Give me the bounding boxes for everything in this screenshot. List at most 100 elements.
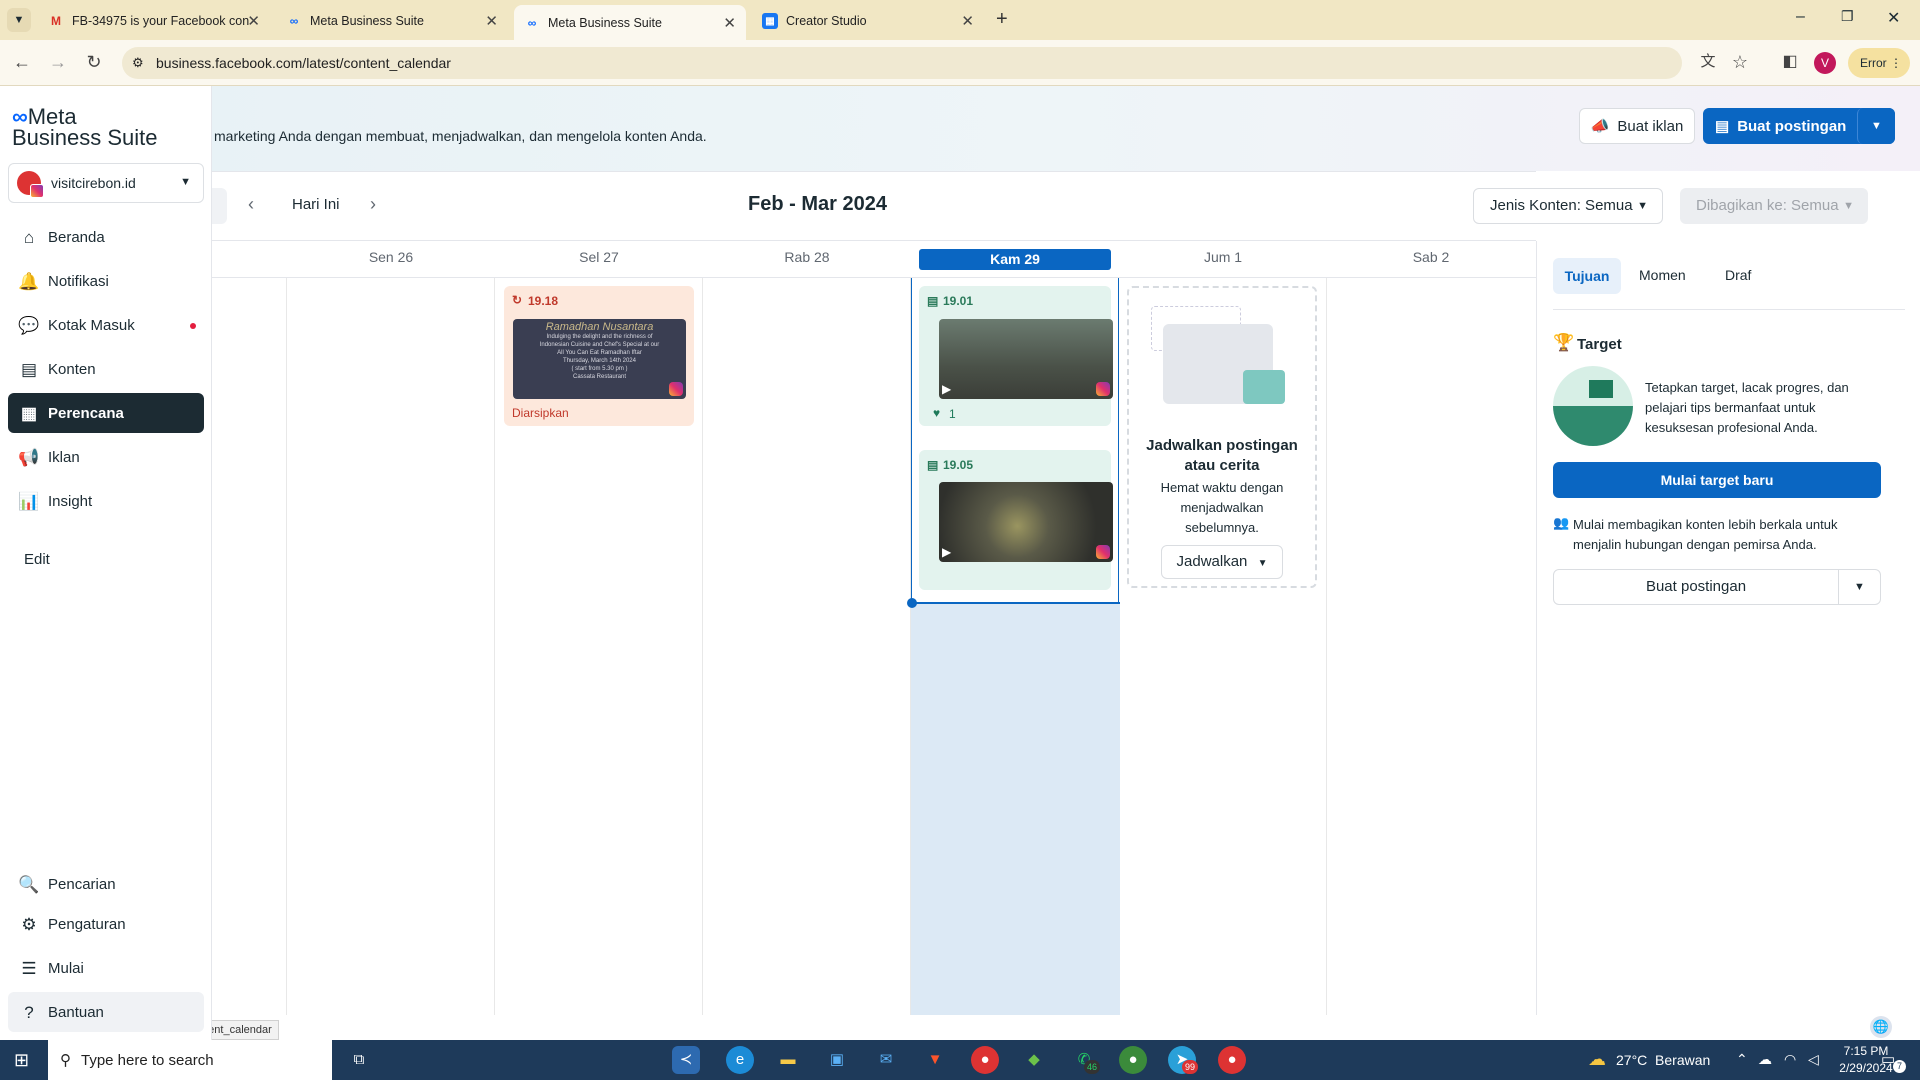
close-icon[interactable]: ✕ bbox=[961, 12, 974, 30]
caret-down-icon: ▼ bbox=[1257, 558, 1268, 569]
tab-momen[interactable]: Momen bbox=[1639, 267, 1686, 283]
restore-button[interactable]: ❐ bbox=[1841, 8, 1854, 25]
tab-tujuan[interactable]: Tujuan bbox=[1553, 258, 1621, 294]
edit-link[interactable]: Edit bbox=[24, 551, 50, 568]
content-icon: ▤ bbox=[20, 360, 38, 379]
post-thumbnail[interactable]: Ramadhan Nusantara Indulging the delight… bbox=[513, 319, 686, 399]
side-panel-icon[interactable]: ◧ bbox=[1778, 50, 1802, 74]
profile-avatar[interactable]: V bbox=[1814, 52, 1836, 74]
error-button[interactable]: Error ⋮ bbox=[1848, 48, 1910, 78]
task-view-icon[interactable]: ⧉ bbox=[345, 1046, 373, 1074]
weather-text[interactable]: 27°C Berawan bbox=[1616, 1052, 1710, 1068]
post-thumbnail[interactable]: ▶ bbox=[939, 319, 1113, 399]
volume-icon[interactable]: ◁ bbox=[1808, 1051, 1819, 1068]
post-time: 19.18 bbox=[528, 294, 559, 308]
right-panel: Tujuan Momen Draf 🏆 Target Tetapkan targ… bbox=[1536, 241, 1920, 1015]
edge-icon[interactable]: e bbox=[726, 1046, 754, 1074]
chart-icon: 📊 bbox=[18, 492, 40, 511]
megaphone-icon: 📣 bbox=[1590, 118, 1610, 135]
new-tab-button[interactable]: + bbox=[996, 8, 1008, 31]
sidebar-item-konten[interactable]: ▤ Konten bbox=[8, 349, 204, 389]
tab-creator-studio[interactable]: ▦ Creator Studio ✕ bbox=[752, 6, 984, 36]
search-icon: 🔍 bbox=[18, 875, 40, 894]
minimize-button[interactable]: – bbox=[1796, 8, 1805, 26]
start-target-button[interactable]: Mulai target baru bbox=[1553, 462, 1881, 498]
schedule-card[interactable]: Jadwalkan postingan atau cerita Hemat wa… bbox=[1127, 286, 1317, 588]
whatsapp-icon[interactable]: ✆ 46 bbox=[1070, 1046, 1101, 1074]
view-selector[interactable] bbox=[212, 188, 227, 224]
share-tip: Mulai membagikan konten lebih berkala un… bbox=[1573, 517, 1838, 552]
sidebar-item-kotak-masuk[interactable]: 💬 Kotak Masuk bbox=[8, 305, 204, 345]
post-card[interactable]: ▤ 19.01 ▶ ♥ 1 bbox=[919, 286, 1113, 426]
prev-icon[interactable]: ‹ bbox=[248, 194, 254, 215]
current-time-dot bbox=[907, 598, 917, 608]
tray-chevron-icon[interactable]: ⌃ bbox=[1736, 1051, 1748, 1068]
likes-count: 1 bbox=[949, 407, 956, 421]
next-icon[interactable]: › bbox=[370, 194, 376, 215]
tab-meta-2[interactable]: ∞ Meta Business Suite ✕ bbox=[514, 5, 746, 40]
bookmark-star-icon[interactable]: ☆ bbox=[1728, 50, 1752, 74]
translate-icon[interactable]: 文 bbox=[1696, 50, 1720, 74]
account-switcher[interactable]: visitcirebon.id ▼ bbox=[8, 163, 204, 203]
day-column bbox=[1327, 278, 1535, 1015]
sidebar-item-pengaturan[interactable]: ⚙ Pengaturan bbox=[8, 904, 204, 944]
sidebar-item-bantuan[interactable]: ? Bantuan bbox=[8, 992, 204, 1032]
instagram-icon bbox=[669, 382, 683, 396]
close-icon[interactable]: ✕ bbox=[247, 12, 260, 30]
store-icon[interactable]: ▣ bbox=[823, 1046, 851, 1074]
create-ad-button[interactable]: 📣 Buat iklan bbox=[1579, 108, 1695, 144]
telegram-icon[interactable]: ➤ 99 bbox=[1168, 1046, 1199, 1074]
create-post-dropdown[interactable]: ▼ bbox=[1857, 108, 1895, 144]
forward-icon[interactable]: → bbox=[46, 50, 70, 74]
window-close-button[interactable]: ✕ bbox=[1887, 8, 1900, 28]
sidebar-item-notifikasi[interactable]: 🔔 Notifikasi bbox=[8, 261, 204, 301]
sidebar-item-pencarian[interactable]: 🔍 Pencarian bbox=[8, 864, 204, 904]
tab-gmail[interactable]: M FB-34975 is your Facebook con ✕ bbox=[38, 6, 270, 36]
panel-divider bbox=[1553, 309, 1905, 310]
chrome-active-icon[interactable]: ● bbox=[1218, 1046, 1246, 1074]
tab-meta-1[interactable]: ∞ Meta Business Suite ✕ bbox=[276, 6, 508, 36]
sidebar-item-iklan[interactable]: 📢 Iklan bbox=[8, 437, 204, 477]
tab-draf[interactable]: Draf bbox=[1725, 267, 1751, 283]
site-info-icon[interactable]: ⚙ bbox=[132, 47, 144, 79]
sidebar-item-beranda[interactable]: ⌂ Beranda bbox=[8, 217, 204, 257]
schedule-button[interactable]: Jadwalkan ▼ bbox=[1161, 545, 1283, 579]
tab-search-button[interactable]: ▼ bbox=[7, 8, 31, 32]
windows-start-icon[interactable]: ⊞ bbox=[14, 1050, 34, 1070]
close-icon[interactable]: ✕ bbox=[723, 14, 736, 32]
post-thumbnail[interactable]: ▶ bbox=[939, 482, 1113, 562]
meta-icon: ∞ bbox=[289, 14, 299, 28]
content-type-filter[interactable]: Jenis Konten: Semua ▼ bbox=[1473, 188, 1663, 224]
back-icon[interactable]: ← bbox=[10, 50, 34, 74]
sidebar-item-mulai[interactable]: ☰ Mulai bbox=[8, 948, 204, 988]
illustration-case bbox=[1243, 370, 1285, 404]
post-card-archived[interactable]: ↻ 19.18 Ramadhan Nusantara Indulging the… bbox=[504, 286, 694, 426]
wifi-icon[interactable]: ◠ bbox=[1784, 1051, 1796, 1068]
brave-icon[interactable]: ▼ bbox=[921, 1046, 949, 1074]
sidebar-item-insight[interactable]: 📊 Insight bbox=[8, 481, 204, 521]
day-header: Sab 2 bbox=[1412, 249, 1450, 265]
language-globe-icon[interactable]: 🌐 bbox=[1870, 1016, 1892, 1038]
cloud-icon[interactable]: ☁ bbox=[1758, 1051, 1772, 1068]
taskbar-search[interactable]: ⚲ Type here to search bbox=[48, 1040, 332, 1080]
chrome-icon[interactable]: ● bbox=[971, 1046, 999, 1074]
file-explorer-icon[interactable]: ▬ bbox=[774, 1046, 802, 1074]
shared-to-filter[interactable]: Dibagikan ke: Semua ▼ bbox=[1680, 188, 1868, 224]
panel-create-post-button[interactable]: Buat postingan bbox=[1553, 569, 1839, 605]
close-icon[interactable]: ✕ bbox=[485, 12, 498, 30]
git-icon[interactable]: ◆ bbox=[1020, 1046, 1048, 1074]
mail-icon[interactable]: ✉ bbox=[872, 1046, 900, 1074]
vscode-icon[interactable]: ≺ bbox=[672, 1046, 700, 1074]
instagram-icon bbox=[1096, 382, 1110, 396]
whatsapp-badge: 46 bbox=[1084, 1060, 1101, 1074]
calendar-toolbar: ‹ Hari Ini › Feb - Mar 2024 Jenis Konten… bbox=[212, 171, 1868, 241]
url-field[interactable]: ⚙ business.facebook.com/latest/content_c… bbox=[122, 47, 1682, 79]
sidebar-item-perencana[interactable]: ▦ Perencana bbox=[8, 393, 204, 433]
panel-create-post-dropdown[interactable]: ▼ bbox=[1838, 569, 1881, 605]
today-button[interactable]: Hari Ini bbox=[292, 196, 340, 213]
unread-dot bbox=[190, 323, 196, 329]
post-card[interactable]: ▤ 19.05 ▶ bbox=[919, 450, 1113, 590]
meta-business-suite-logo: ∞Meta Business Suite bbox=[12, 104, 158, 150]
reload-icon[interactable]: ↻ bbox=[82, 50, 106, 74]
chrome-profile-icon[interactable]: ● bbox=[1119, 1046, 1147, 1074]
